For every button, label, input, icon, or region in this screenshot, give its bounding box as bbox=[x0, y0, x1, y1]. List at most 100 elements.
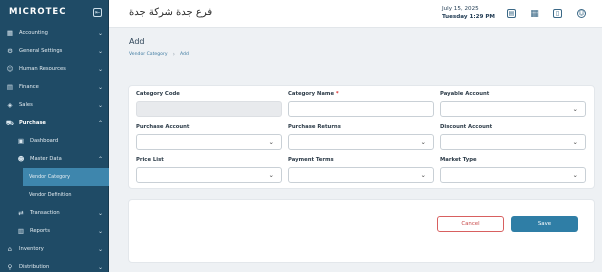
sidebar-item-label: Human Resources bbox=[19, 66, 66, 72]
sidebar-item-transaction[interactable]: ⇄ Transaction ⌄ bbox=[0, 204, 109, 222]
chevron-down-icon: ⌄ bbox=[572, 105, 578, 113]
discount-account-select[interactable]: ⌄ bbox=[440, 134, 586, 150]
sidebar-item-vendor-category[interactable]: Vendor Category bbox=[23, 168, 109, 186]
sidebar-item-label: Vendor Definition bbox=[29, 192, 72, 198]
cart-icon: ⛟ bbox=[5, 118, 15, 127]
purchase-returns-select[interactable]: ⌄ bbox=[288, 134, 434, 150]
chevron-down-icon: ⌄ bbox=[97, 83, 103, 91]
company-branch-name: فرع جدة شركة جدة bbox=[129, 7, 213, 18]
payable-account-label: Payable Account bbox=[440, 91, 490, 97]
chevron-down-icon: ⌄ bbox=[97, 209, 103, 217]
breadcrumb-add: Add bbox=[180, 52, 189, 57]
distribution-icon: ⚲ bbox=[7, 263, 13, 271]
required-mark: * bbox=[335, 91, 339, 97]
price-list-label: Price List bbox=[136, 157, 164, 163]
sidebar-item-label: Reports bbox=[30, 228, 50, 234]
sales-icon: ◈ bbox=[7, 101, 13, 109]
sidebar: MICROTEC ⇤ ▦ Accounting ⌄ ⚙ General Sett… bbox=[0, 0, 109, 272]
sidebar-item-inventory[interactable]: ⌂ Inventory ⌄ bbox=[0, 240, 109, 258]
calendar-icon[interactable]: ▤ bbox=[507, 9, 516, 18]
sidebar-item-sales[interactable]: ◈ Sales ⌄ bbox=[0, 96, 109, 114]
sidebar-item-finance[interactable]: ▤ Finance ⌄ bbox=[0, 78, 109, 96]
sidebar-item-label: Master Data bbox=[30, 156, 62, 162]
category-name-label: Category Name * bbox=[288, 91, 434, 97]
save-button[interactable]: Save bbox=[511, 216, 578, 232]
app-logo: MICROTEC bbox=[9, 7, 67, 17]
chevron-down-icon: ⌄ bbox=[97, 47, 103, 55]
chevron-down-icon: ⌄ bbox=[420, 138, 426, 146]
chevron-down-icon: ⌄ bbox=[420, 171, 426, 179]
sidebar-item-distribution[interactable]: ⚲ Distribution ⌄ bbox=[0, 258, 109, 272]
calculator-icon: ▦ bbox=[6, 29, 14, 37]
chevron-down-icon: ⌄ bbox=[572, 171, 578, 179]
inventory-icon: ⌂ bbox=[7, 245, 13, 253]
market-type-field: Market Type ⌄ bbox=[440, 157, 586, 183]
chevron-down-icon: ⌄ bbox=[97, 245, 103, 253]
sidebar-item-label: Distribution bbox=[19, 264, 50, 270]
book-icon[interactable]: ▯ bbox=[553, 9, 562, 18]
page-title: Add bbox=[129, 37, 145, 46]
current-date: July 15, 2025 bbox=[441, 6, 479, 12]
chevron-up-icon: ⌃ bbox=[97, 119, 103, 127]
market-type-label: Market Type bbox=[440, 157, 477, 163]
breadcrumb-vendor-category[interactable]: Vendor Category bbox=[129, 52, 168, 57]
sidebar-item-label: Purchase bbox=[19, 120, 46, 126]
sidebar-item-label: Transaction bbox=[30, 210, 60, 216]
category-name-input[interactable] bbox=[288, 101, 434, 117]
sidebar-item-label: Sales bbox=[19, 102, 33, 108]
reports-icon: ▥ bbox=[17, 227, 25, 235]
sidebar-item-human-resources[interactable]: ☺ Human Resources ⌄ bbox=[0, 60, 109, 78]
chevron-down-icon: ⌄ bbox=[268, 138, 274, 146]
payment-terms-select[interactable]: ⌄ bbox=[288, 167, 434, 183]
sidebar-item-label: Accounting bbox=[19, 30, 48, 36]
gear-icon: ⚙ bbox=[7, 47, 13, 55]
discount-account-field: Discount Account ⌄ bbox=[440, 124, 586, 150]
sidebar-item-label: Vendor Category bbox=[29, 174, 71, 180]
apps-grid-icon[interactable]: ▦ bbox=[530, 9, 539, 19]
sidebar-item-master-data[interactable]: ☻ Master Data ⌃ bbox=[0, 150, 109, 168]
collapse-sidebar-icon[interactable]: ⇤ bbox=[93, 7, 102, 17]
category-name-field: Category Name * bbox=[288, 91, 434, 117]
chevron-down-icon: ⌄ bbox=[97, 65, 103, 73]
cancel-button[interactable]: Cancel bbox=[437, 216, 504, 232]
payment-terms-label: Payment Terms bbox=[288, 157, 334, 163]
purchase-account-label: Purchase Account bbox=[136, 124, 190, 130]
brand-bar: MICROTEC ⇤ bbox=[0, 0, 108, 24]
purchase-returns-field: Purchase Returns ⌄ bbox=[288, 124, 434, 150]
sidebar-item-reports[interactable]: ▥ Reports ⌄ bbox=[0, 222, 109, 240]
form-card: Category Code Category Name * Payable Ac… bbox=[128, 85, 595, 189]
chevron-down-icon: ⌄ bbox=[97, 101, 103, 109]
payable-account-field: Payable Account ⌄ bbox=[440, 91, 586, 117]
current-day-time: Tuesday 1:29 PM bbox=[441, 14, 495, 20]
sidebar-item-dashboard[interactable]: ▣ Dashboard bbox=[0, 132, 109, 150]
user-avatar-icon[interactable]: ☺ bbox=[577, 9, 586, 18]
chevron-right-icon: › bbox=[172, 51, 175, 58]
sidebar-item-label: Finance bbox=[19, 84, 39, 90]
top-bar: فرع جدة شركة جدة July 15, 2025 Tuesday 1… bbox=[109, 0, 602, 28]
market-type-select[interactable]: ⌄ bbox=[440, 167, 586, 183]
purchase-account-select[interactable]: ⌄ bbox=[136, 134, 282, 150]
price-list-select[interactable]: ⌄ bbox=[136, 167, 282, 183]
chevron-down-icon: ⌄ bbox=[97, 29, 103, 37]
purchase-account-field: Purchase Account ⌄ bbox=[136, 124, 282, 150]
sidebar-item-general-settings[interactable]: ⚙ General Settings ⌄ bbox=[0, 42, 109, 60]
discount-account-label: Discount Account bbox=[440, 124, 493, 130]
chevron-up-icon: ⌃ bbox=[97, 155, 103, 163]
sidebar-item-accounting[interactable]: ▦ Accounting ⌄ bbox=[0, 24, 109, 42]
payment-terms-field: Payment Terms ⌄ bbox=[288, 157, 434, 183]
person-icon: ☻ bbox=[17, 155, 25, 163]
transaction-icon: ⇄ bbox=[18, 209, 24, 217]
actions-card: Cancel Save bbox=[128, 199, 595, 263]
sidebar-item-label: General Settings bbox=[19, 48, 63, 54]
purchase-returns-label: Purchase Returns bbox=[288, 124, 341, 130]
sidebar-item-vendor-definition[interactable]: Vendor Definition bbox=[0, 186, 109, 204]
finance-icon: ▤ bbox=[6, 83, 14, 91]
chevron-down-icon: ⌄ bbox=[97, 227, 103, 235]
payable-account-select[interactable]: ⌄ bbox=[440, 101, 586, 117]
category-code-input bbox=[136, 101, 282, 117]
sidebar-item-label: Inventory bbox=[19, 246, 44, 252]
sidebar-menu: ▦ Accounting ⌄ ⚙ General Settings ⌄ ☺ Hu… bbox=[0, 24, 109, 272]
chevron-down-icon: ⌄ bbox=[572, 138, 578, 146]
sidebar-item-purchase[interactable]: ⛟ Purchase ⌃ bbox=[0, 114, 109, 132]
category-name-label-text: Category Name bbox=[288, 91, 335, 97]
